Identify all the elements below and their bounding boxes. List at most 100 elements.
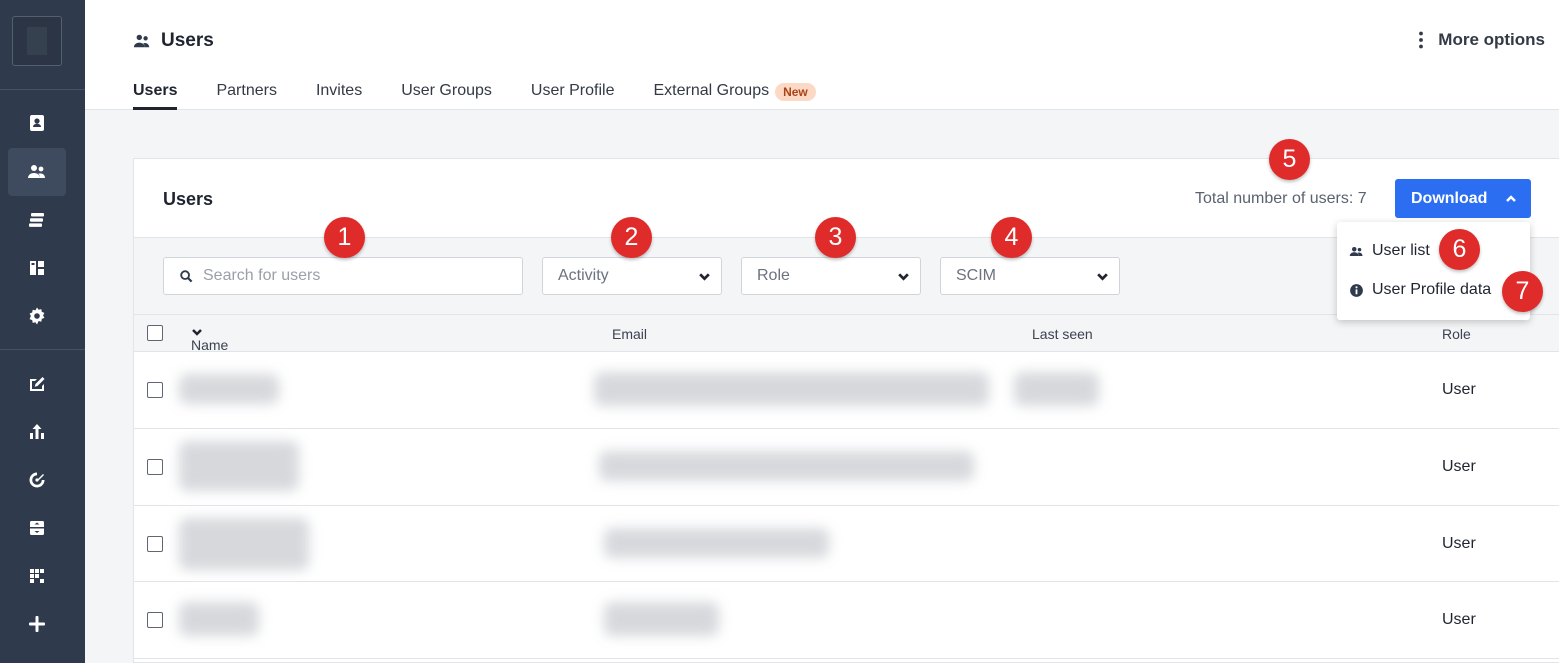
sign-document-icon — [30, 377, 45, 391]
menu-item-user-list[interactable]: User list — [1349, 242, 1430, 260]
role-cell: User — [1442, 611, 1476, 628]
users-icon — [133, 34, 150, 48]
tab-user-groups[interactable]: User Groups — [401, 82, 492, 110]
role-cell: User — [1442, 381, 1476, 398]
table-row[interactable]: User — [134, 429, 1559, 506]
puzzle-plus-icon — [29, 616, 45, 632]
table-row[interactable]: User — [134, 582, 1559, 659]
name-column-header[interactable]: Name — [191, 326, 228, 353]
download-menu: User list User Profile data — [1337, 222, 1530, 320]
sidebar-item-archive[interactable] — [8, 504, 66, 552]
column-label: Name — [191, 337, 229, 353]
scim-select[interactable]: SCIM — [940, 257, 1120, 295]
callout-badge: 6 — [1439, 229, 1480, 270]
redacted-name — [179, 518, 309, 570]
more-options-label: More options — [1438, 30, 1545, 49]
redacted-name — [179, 441, 299, 491]
callout-badge: 3 — [815, 217, 856, 258]
tab-label: Partners — [216, 82, 277, 99]
sidebar-divider — [0, 349, 85, 350]
redacted-last-seen — [1014, 372, 1099, 406]
table-row[interactable]: User — [134, 506, 1559, 582]
redacted-email — [599, 451, 974, 481]
search-field[interactable] — [163, 257, 523, 295]
tab-invites[interactable]: Invites — [316, 82, 362, 110]
gear-icon — [29, 307, 45, 325]
more-options-button[interactable]: More options — [1416, 30, 1545, 50]
dashboard-icon — [30, 261, 44, 275]
scim-select-value: SCIM — [956, 267, 996, 284]
workspace-logo[interactable] — [12, 16, 62, 66]
new-badge: New — [775, 83, 816, 101]
tab-external-groups[interactable]: External Groups New — [653, 82, 816, 110]
role-select-value: Role — [757, 267, 790, 284]
vertical-dots-icon — [1419, 31, 1424, 49]
select-all-checkbox[interactable] — [147, 325, 163, 341]
activity-select[interactable]: Activity — [542, 257, 722, 295]
redacted-email — [604, 528, 829, 558]
tab-label: Invites — [315, 82, 363, 99]
card-title: Users — [163, 189, 214, 209]
callout-badge: 5 — [1269, 139, 1310, 180]
sidebar-item-apps[interactable] — [8, 552, 66, 600]
role-cell: User — [1442, 458, 1476, 475]
archive-icon — [30, 521, 44, 535]
callout-badge: 2 — [611, 217, 652, 258]
search-input[interactable] — [203, 267, 503, 285]
page-header: Users More options Users Partners Invite… — [85, 0, 1559, 110]
tab-bar: Users Partners Invites User Groups User … — [133, 82, 855, 110]
row-checkbox[interactable] — [147, 382, 163, 398]
page-title-group: Users — [133, 30, 214, 52]
tab-partners[interactable]: Partners — [216, 82, 276, 110]
redacted-name — [179, 374, 279, 404]
role-select[interactable]: Role — [741, 257, 921, 295]
stack-icon — [29, 213, 44, 227]
sidebar-item-documents[interactable] — [8, 196, 66, 244]
chevron-down-icon — [699, 272, 710, 281]
redacted-email — [604, 602, 719, 636]
tab-label: Users — [133, 82, 178, 99]
menu-item-label: User list — [1372, 242, 1430, 259]
email-column-header: Email — [612, 326, 648, 342]
tab-users[interactable]: Users — [133, 82, 178, 110]
sidebar-divider — [0, 89, 85, 90]
row-checkbox[interactable] — [147, 612, 163, 628]
users-icon — [28, 165, 45, 178]
redacted-name — [179, 602, 259, 636]
callout-badge: 4 — [991, 217, 1032, 258]
tab-label: External Groups — [653, 82, 770, 99]
table-row[interactable]: User — [134, 352, 1559, 429]
sidebar-item-settings[interactable] — [8, 292, 66, 340]
gauge-icon — [29, 472, 45, 488]
chevron-down-icon — [898, 272, 909, 281]
users-icon — [1349, 246, 1363, 256]
search-icon — [180, 269, 193, 282]
total-users-count: Total number of users: 7 — [1195, 190, 1367, 207]
role-cell: User — [1442, 535, 1476, 552]
tab-user-profile[interactable]: User Profile — [531, 82, 615, 110]
chevron-up-icon — [1506, 194, 1517, 202]
row-checkbox[interactable] — [147, 459, 163, 475]
last-seen-column-header: Last seen — [1032, 326, 1093, 342]
sidebar-item-analytics[interactable] — [8, 456, 66, 504]
sidebar-item-users[interactable] — [8, 148, 66, 196]
page-title: Users — [161, 30, 214, 51]
redacted-email — [594, 372, 989, 406]
info-icon — [1350, 283, 1363, 297]
menu-item-user-profile-data[interactable]: User Profile data — [1349, 281, 1491, 299]
sidebar-item-sign[interactable] — [8, 360, 66, 408]
chevron-down-icon — [1097, 272, 1108, 281]
tab-label: User Groups — [401, 82, 492, 99]
upload-chart-icon — [30, 424, 44, 439]
tab-label: User Profile — [530, 82, 615, 99]
download-button[interactable]: Download — [1395, 179, 1531, 218]
sidebar-item-integrations[interactable] — [8, 600, 66, 648]
menu-item-label: User Profile data — [1372, 281, 1492, 298]
role-column-header: Role — [1442, 326, 1471, 342]
sidebar-item-insights[interactable] — [8, 408, 66, 456]
row-checkbox[interactable] — [147, 536, 163, 552]
table-header: Name Email Last seen Role — [134, 315, 1559, 353]
sidebar-item-contacts[interactable] — [8, 99, 66, 147]
sidebar-item-dashboard[interactable] — [8, 244, 66, 292]
callout-badge: 1 — [324, 217, 365, 258]
